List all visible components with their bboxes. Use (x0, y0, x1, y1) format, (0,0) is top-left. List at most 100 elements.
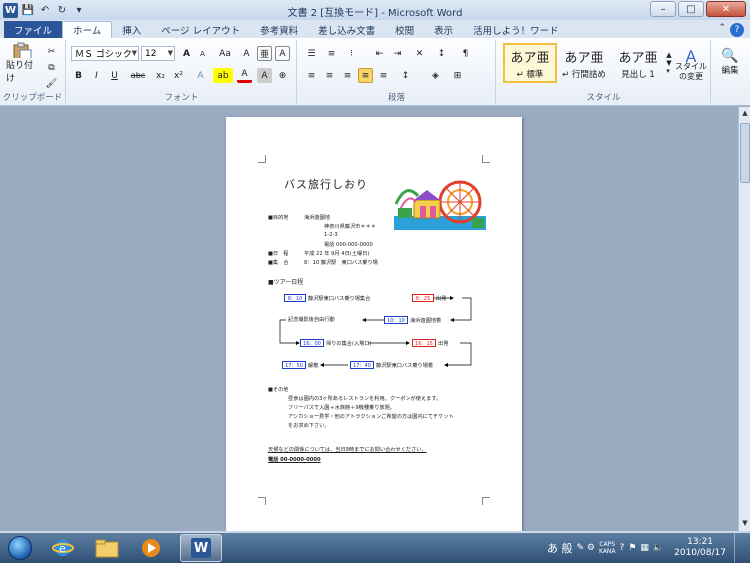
copy-icon[interactable]: ⧉ (44, 60, 59, 75)
ime-tools-icon[interactable]: ✎ ⚙ (577, 543, 595, 553)
change-styles-icon: A (685, 47, 697, 66)
decrease-indent-icon[interactable]: ⇤ (372, 46, 387, 61)
clock[interactable]: 13:21 2010/08/17 (674, 537, 726, 559)
format-painter-icon[interactable]: 🖌 (44, 76, 59, 91)
tab-insert[interactable]: 挿入 (112, 21, 151, 38)
editing-button[interactable]: 🔍 編集 (716, 44, 744, 80)
undo-icon[interactable]: ↶ (38, 3, 52, 17)
maximize-button[interactable]: □ (678, 1, 704, 17)
ime-indicator[interactable]: あ 般 (547, 540, 573, 556)
cut-icon[interactable]: ✂ (44, 44, 59, 59)
enclose-button[interactable]: A (275, 46, 290, 61)
help-tray-icon[interactable]: ? (620, 543, 625, 553)
align-left-icon[interactable]: ≡ (304, 68, 319, 83)
shading-icon[interactable]: ◈ (428, 68, 443, 83)
ruby-label: 亜 (259, 50, 269, 60)
amusement-park-image (394, 180, 486, 230)
help-icon[interactable]: ? (730, 23, 744, 37)
tab-page-layout[interactable]: ページ レイアウト (151, 21, 250, 38)
document-title: バス旅行しおり (284, 178, 368, 191)
volume-icon[interactable]: 🔈 (653, 543, 664, 553)
underline-button[interactable]: U (107, 68, 122, 83)
character-shading-button[interactable]: A (257, 68, 272, 83)
change-case-button[interactable]: Aa (215, 46, 235, 61)
tour-schedule-heading: ■ツアー日程 (268, 279, 304, 286)
tab-file[interactable]: ファイル (4, 21, 63, 38)
align-right-icon[interactable]: ≡ (340, 68, 355, 83)
customize-qat-icon[interactable]: ▾ (72, 3, 86, 17)
ruby-button[interactable]: 亜 (257, 46, 272, 61)
sort-icon[interactable]: ↕ (434, 46, 449, 61)
crop-mark (258, 497, 266, 505)
tab-home[interactable]: ホーム (62, 21, 113, 38)
style-normal[interactable]: あア亜 ↵ 標準 (503, 43, 557, 83)
paste-button[interactable]: 貼り付け (6, 42, 38, 84)
taskbar-media-player[interactable] (130, 534, 172, 562)
text-effects-button[interactable]: A (193, 68, 208, 83)
redo-icon[interactable]: ↻ (55, 3, 69, 17)
distribute-icon[interactable]: ≡ (376, 68, 391, 83)
document-page[interactable]: バス旅行しおり ■目的地 海浜遊園地 神奈川県藤沢市＊＊＊ 1-2-3 電話 0… (226, 117, 522, 531)
word-app-icon[interactable]: W (3, 2, 18, 18)
group-paragraph: ☰ ≡ ⁝ ⇤ ⇥ ✕ ↕ ¶ ≡ ≡ ≡ ≡ ≡ ↕ ◈ ⊞ 段落 (298, 40, 496, 104)
start-button[interactable] (0, 533, 40, 563)
numbering-icon[interactable]: ≡ (324, 46, 339, 61)
shrink-font-button[interactable]: A (195, 46, 210, 61)
styles-scroll-icon[interactable]: ▲ ▼ ▾ (665, 43, 673, 83)
font-name-combo[interactable]: ＭＳ ゴシック ▼ (71, 46, 139, 61)
tab-mailings[interactable]: 差し込み文書 (308, 21, 385, 38)
show-marks-icon[interactable]: ¶ (458, 46, 473, 61)
minimize-button[interactable]: – (650, 1, 676, 17)
align-justify-icon[interactable]: ≡ (358, 68, 373, 83)
taskbar-explorer[interactable] (86, 534, 128, 562)
change-styles-button[interactable]: A スタイルの変更 (673, 42, 709, 92)
align-center-icon[interactable]: ≡ (322, 68, 337, 83)
font-color-button[interactable]: A (237, 68, 252, 83)
flag-icon[interactable]: ⚑ (628, 543, 636, 553)
word-taskbar-icon: W (191, 538, 211, 558)
style-heading-1[interactable]: あア亜 見出し 1 (611, 43, 665, 83)
character-border-icon[interactable]: ⊕ (275, 68, 290, 83)
weather-note: 天候などの関係については、当日9時までにお問い合わせください。 (268, 447, 427, 453)
scroll-thumb[interactable] (740, 123, 750, 183)
close-button[interactable]: ✕ (706, 1, 746, 17)
enclose-label: A (279, 48, 286, 59)
line-spacing-icon[interactable]: ↕ (398, 68, 413, 83)
show-desktop-button[interactable] (734, 533, 744, 563)
folder-icon (95, 539, 119, 558)
minimize-ribbon-icon[interactable]: ⌃ (718, 23, 726, 33)
network-icon[interactable]: ▦ (640, 543, 649, 553)
ie-icon: e (52, 540, 74, 556)
italic-button[interactable]: I (89, 68, 104, 83)
bold-button[interactable]: B (71, 68, 86, 83)
multilevel-list-icon[interactable]: ⁝ (344, 46, 359, 61)
tab-addin[interactable]: 活用しよう！ワード (463, 21, 569, 38)
asian-layout-icon[interactable]: ✕ (412, 46, 427, 61)
italic-label: I (95, 70, 98, 81)
vertical-scrollbar[interactable]: ▲ ▼ (738, 107, 750, 531)
clear-format-button[interactable]: A (239, 46, 254, 61)
save-icon[interactable]: 💾 (21, 3, 35, 17)
scroll-up-icon[interactable]: ▲ (740, 109, 750, 119)
taskbar-word[interactable]: W (180, 534, 222, 562)
tab-references[interactable]: 参考資料 (250, 21, 308, 38)
bullets-icon[interactable]: ☰ (304, 46, 319, 61)
borders-icon[interactable]: ⊞ (450, 68, 465, 83)
crop-mark (482, 497, 490, 505)
tab-view[interactable]: 表示 (424, 21, 463, 38)
clear-format-label: A (243, 48, 250, 59)
tab-review[interactable]: 校閲 (385, 21, 424, 38)
scroll-down-icon[interactable]: ▼ (740, 519, 750, 529)
style-no-spacing[interactable]: あア亜 ↵ 行間詰め (557, 43, 611, 83)
superscript-button[interactable]: x² (171, 68, 186, 83)
destination-label: ■目的地 海浜遊園地 (268, 215, 330, 221)
taskbar-ie[interactable]: e (42, 534, 84, 562)
grow-font-button[interactable]: A (179, 46, 194, 61)
subscript-button[interactable]: x₂ (153, 68, 168, 83)
font-size-combo[interactable]: 12 ▼ (141, 46, 175, 61)
flow-time-box: 17：50 (282, 361, 306, 369)
increase-indent-icon[interactable]: ⇥ (390, 46, 405, 61)
style-normal-preview: あア亜 (510, 50, 550, 66)
highlight-button[interactable]: ab (213, 68, 233, 83)
strikethrough-button[interactable]: abc (127, 68, 149, 83)
